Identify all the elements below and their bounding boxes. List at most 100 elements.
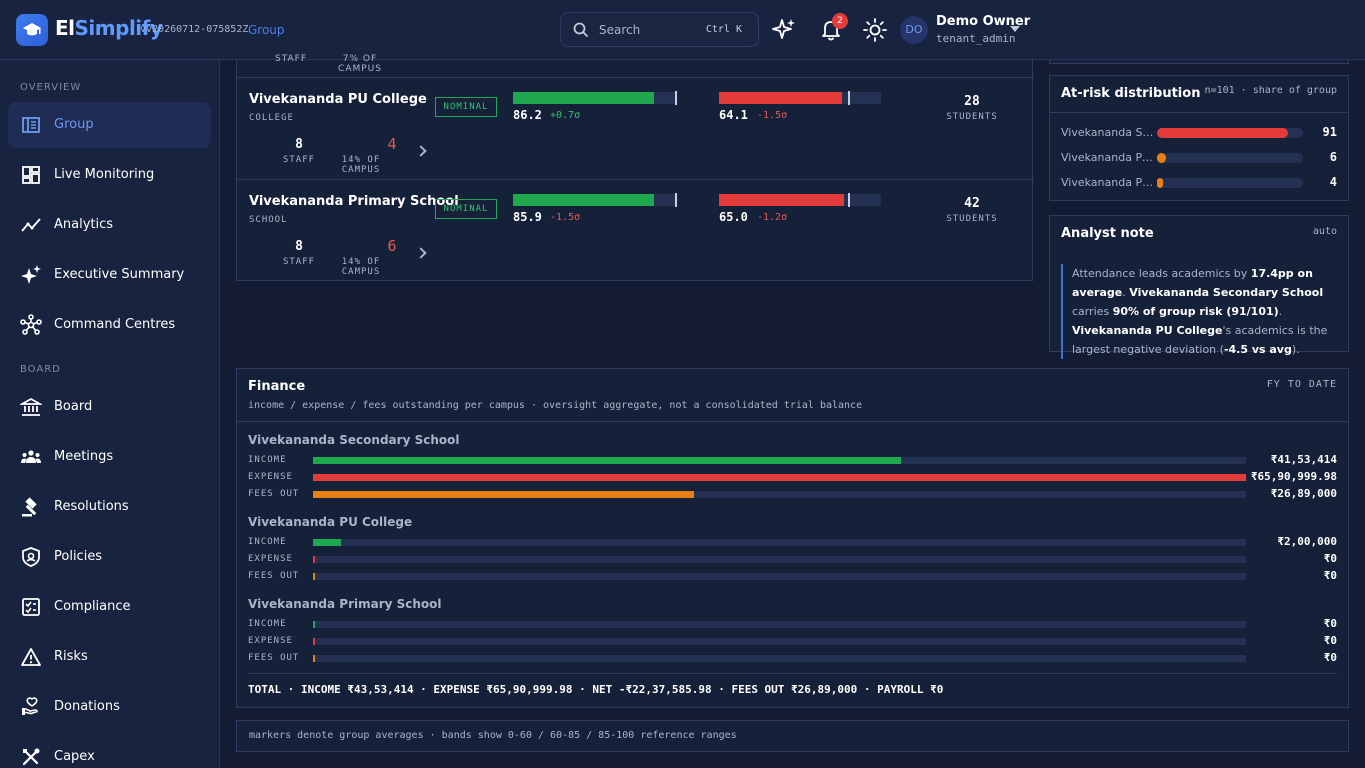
attendance-bar xyxy=(513,91,677,105)
status-badge: NOMINAL xyxy=(435,97,497,117)
sidebar-item-compliance[interactable]: Compliance xyxy=(8,584,211,630)
people-icon xyxy=(21,450,41,463)
finance-bar xyxy=(313,655,1246,662)
finance-amount: ₹65,90,999.98 xyxy=(1250,470,1337,483)
finance-amount: ₹26,89,000 xyxy=(1270,487,1337,500)
sidebar-item-label: Donations xyxy=(54,699,120,714)
finance-panel: Finance income / expense / fees outstand… xyxy=(236,368,1349,708)
risk-campus-label: Vivekananda Primary School xyxy=(1061,151,1157,164)
row-divider xyxy=(237,77,1034,78)
graduation-cap-icon[interactable] xyxy=(16,14,48,46)
risk-count: 91 xyxy=(1322,125,1337,139)
sidebar-item-label: Live Monitoring xyxy=(54,167,155,182)
legend-note: markers denote group averages · bands sh… xyxy=(236,720,1349,752)
finance-amount: ₹0 xyxy=(1323,569,1337,582)
sidebar-item-command-centres[interactable]: Command Centres xyxy=(8,302,211,348)
finance-bar-fill xyxy=(313,556,315,563)
chevron-right-icon[interactable] xyxy=(415,247,427,259)
finance-bar xyxy=(313,457,1246,464)
finance-bar xyxy=(313,539,1246,546)
sidebar-item-label: Resolutions xyxy=(54,499,129,514)
finance-campus-name: Vivekananda PU College xyxy=(248,515,413,529)
students-label: STUDENTS xyxy=(946,112,998,122)
finance-title: Finance xyxy=(248,379,306,394)
chevron-right-icon[interactable] xyxy=(415,145,427,157)
breadcrumb-group-link[interactable]: Group xyxy=(248,23,285,37)
sidebar-item-donations[interactable]: Donations xyxy=(8,684,211,730)
sidebar-item-group[interactable]: Group xyxy=(8,102,211,148)
network-icon xyxy=(20,314,42,335)
finance-bar-fill xyxy=(313,474,1246,481)
finance-amount: ₹0 xyxy=(1323,617,1337,630)
finance-amount: ₹41,53,414 xyxy=(1270,453,1337,466)
gavel-icon xyxy=(22,497,37,517)
sparkle-icon[interactable] xyxy=(771,17,797,43)
sidebar-item-capex[interactable]: Capex xyxy=(8,734,211,768)
sidebar-item-board[interactable]: Board xyxy=(8,384,211,430)
sidebar-item-label: Compliance xyxy=(54,599,131,614)
academics-bar-fill xyxy=(719,92,842,104)
risk-count: 6 xyxy=(1329,150,1337,164)
warning-icon xyxy=(21,648,41,666)
sidebar-item-label: Executive Summary xyxy=(54,267,185,282)
finance-bar-fill xyxy=(313,638,315,645)
campus-name[interactable]: Vivekananda Primary School xyxy=(249,194,459,209)
search-input[interactable]: Search xyxy=(599,23,640,37)
sidebar-item-risks[interactable]: Risks xyxy=(8,634,211,680)
status-badge: NOMINAL xyxy=(435,199,497,219)
campus-name[interactable]: Vivekananda PU College xyxy=(249,92,427,107)
finance-row-label: INCOME xyxy=(248,537,287,547)
group-average-marker xyxy=(675,193,677,207)
finance-total: TOTAL · INCOME ₹43,53,414 · EXPENSE ₹65,… xyxy=(248,683,944,696)
sidebar-section-overview: OVERVIEW xyxy=(20,82,82,93)
analyst-note-title: Analyst note xyxy=(1061,226,1154,241)
search-icon xyxy=(573,22,589,38)
group-average-marker xyxy=(848,193,850,207)
finance-row-label: EXPENSE xyxy=(248,636,293,646)
analyst-note-panel: Analyst note auto Attendance leads acade… xyxy=(1049,215,1349,359)
group-average-marker xyxy=(675,91,677,105)
sidebar-item-label: Analytics xyxy=(54,217,114,232)
campus-share-label: 7% OF CAMPUS xyxy=(338,54,382,74)
chevron-down-icon[interactable] xyxy=(1010,26,1020,32)
group-average-marker xyxy=(848,91,850,105)
sidebar-item-resolutions[interactable]: Resolutions xyxy=(8,484,211,530)
avatar[interactable]: DO xyxy=(900,16,928,44)
sidebar-item-label: Capex xyxy=(54,749,95,764)
sidebar-item-meetings[interactable]: Meetings xyxy=(8,434,211,480)
analyst-note-text: Attendance leads academics by 17.4pp on … xyxy=(1061,264,1337,359)
risk-campus-label: Vivekananda Secondary School xyxy=(1061,126,1157,139)
sidebar-item-executive-summary[interactable]: Executive Summary xyxy=(8,252,211,298)
attendance-bar-fill xyxy=(513,194,654,206)
campus-type: COLLEGE xyxy=(249,113,294,123)
tools-icon xyxy=(22,748,40,766)
academics-bar xyxy=(719,193,881,207)
search-box[interactable]: Search Ctrl K xyxy=(560,12,759,47)
students-count: 42 xyxy=(964,196,980,211)
at-risk-count: 4 xyxy=(387,135,397,153)
sidebar-item-live-monitoring[interactable]: Live Monitoring xyxy=(8,152,211,198)
sidebar: OVERVIEW Group Live Monitoring Analytics… xyxy=(0,60,220,768)
students-count: 28 xyxy=(964,94,980,109)
at-risk-title: At-risk distribution xyxy=(1061,86,1201,101)
risk-bar xyxy=(1157,153,1303,163)
finance-bar xyxy=(313,556,1246,563)
finance-bar-fill xyxy=(313,457,901,464)
panel-divider xyxy=(1050,112,1348,113)
sun-icon[interactable] xyxy=(862,17,888,43)
finance-campus-name: Vivekananda Secondary School xyxy=(248,433,460,447)
finance-bar-fill xyxy=(313,573,315,580)
finance-campus-name: Vivekananda Primary School xyxy=(248,597,442,611)
sidebar-item-label: Risks xyxy=(54,649,88,664)
sidebar-item-label: Command Centres xyxy=(54,317,176,332)
sidebar-item-analytics[interactable]: Analytics xyxy=(8,202,211,248)
finance-row-label: INCOME xyxy=(248,455,287,465)
finance-bar xyxy=(313,638,1246,645)
campus-table: STAFF 7% OF CAMPUS Vivekananda PU Colleg… xyxy=(236,54,1034,281)
finance-bar-fill xyxy=(313,655,315,662)
sidebar-item-policies[interactable]: Policies xyxy=(8,534,211,580)
academics-value: 64.1 xyxy=(719,108,748,122)
academics-bar xyxy=(719,91,881,105)
trend-icon xyxy=(21,218,41,232)
finance-bar xyxy=(313,474,1246,481)
